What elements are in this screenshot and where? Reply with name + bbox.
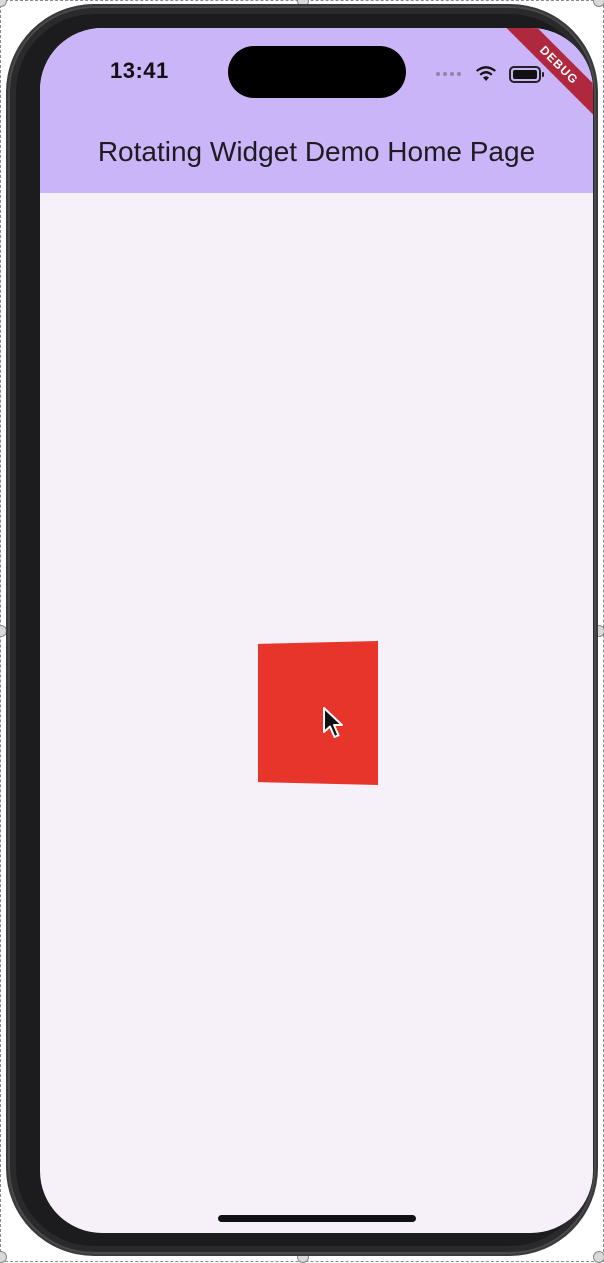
- dynamic-island: [228, 46, 406, 98]
- home-indicator[interactable]: [218, 1215, 416, 1222]
- cursor-icon: [323, 707, 343, 738]
- wifi-icon: [476, 66, 496, 81]
- battery-icon: [509, 65, 544, 83]
- resize-handle-bottom-right[interactable]: [593, 1251, 604, 1263]
- phone-screen: 13:41 Rotating Widget Demo Home Page DEB…: [40, 28, 593, 1233]
- status-icons: [436, 64, 544, 84]
- app-bar-title: Rotating Widget Demo Home Page: [97, 136, 536, 167]
- signal-icon: [436, 72, 461, 76]
- resize-handle-top-right[interactable]: [593, 0, 604, 7]
- status-time: 13:41: [110, 58, 169, 83]
- app-bar: 13:41 Rotating Widget Demo Home Page DEB…: [40, 28, 593, 193]
- rotating-red-box[interactable]: [258, 641, 378, 785]
- phone-frame: 13:41 Rotating Widget Demo Home Page DEB…: [8, 6, 596, 1254]
